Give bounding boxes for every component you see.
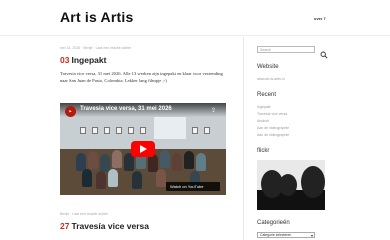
post-body: Travesia vice versa, 31 mei 2026. Alle 1…: [60, 71, 223, 83]
post-travesia: Bertje · Laat een reactie achter 27 Trave…: [60, 212, 228, 232]
video-frame-person: [82, 169, 92, 187]
channel-avatar-icon[interactable]: ▶: [65, 106, 76, 117]
recent-post-link[interactable]: Aan de videographie: [257, 133, 289, 137]
flickr-photo[interactable]: [257, 160, 325, 210]
video-frame-window: [154, 117, 186, 139]
recent-post-link[interactable]: Artobok: [257, 119, 269, 123]
video-frame-artwork: [128, 127, 134, 134]
widget-title-flickr: flickr: [257, 148, 270, 154]
video-frame-artwork: [80, 127, 86, 134]
video-frame-artwork: [140, 127, 146, 134]
share-icon[interactable]: ⇪: [211, 107, 221, 115]
video-frame-person: [160, 150, 170, 168]
post-day: 27: [60, 221, 70, 231]
post-meta[interactable]: Bertje · Laat een reactie achter: [60, 212, 228, 217]
youtube-video-embed[interactable]: ▶ Travesia vice versa, 31 mei 2026 ⇪ Wat…: [60, 103, 226, 195]
widget-title-recent: Recent: [257, 92, 277, 98]
video-title[interactable]: Travesia vice versa, 31 mei 2026: [80, 106, 172, 112]
video-frame-artwork: [204, 127, 210, 134]
post-title-text[interactable]: Ingepakt: [71, 55, 106, 65]
video-frame-artwork: [104, 127, 110, 134]
video-frame-person: [112, 150, 122, 168]
video-frame-person: [184, 151, 194, 169]
search-icon[interactable]: [320, 46, 328, 59]
widget-title-website: Website: [257, 64, 279, 70]
video-frame-artwork: [116, 127, 122, 134]
play-button-icon[interactable]: [131, 141, 155, 157]
post-title[interactable]: 27 Travesía vice versa: [60, 221, 228, 232]
video-frame-artwork: [192, 127, 198, 134]
flickr-photo-tree: [301, 166, 325, 198]
search-input[interactable]: Search: [257, 46, 315, 53]
flickr-photo-tree: [279, 174, 297, 196]
post-title[interactable]: 03 Ingepakt: [60, 55, 228, 66]
site-title[interactable]: Art is Artis: [60, 9, 133, 25]
post-ingepakt: mei 31, 2026 · Bertje · Laat een reactie…: [60, 46, 228, 195]
sidebar-divider: [243, 37, 244, 240]
recent-post-link[interactable]: Travesía vice versa: [257, 112, 287, 116]
site-header: Art is Artis over 7: [0, 0, 390, 36]
post-meta[interactable]: mei 31, 2026 · Bertje · Laat een reactie…: [60, 46, 228, 51]
recent-post-link[interactable]: Aan de videographie: [257, 126, 289, 130]
video-frame-person: [100, 154, 110, 172]
video-frame-artwork: [92, 127, 98, 134]
post-title-text[interactable]: Travesía vice versa: [71, 221, 149, 231]
video-frame-person: [196, 153, 206, 171]
video-frame-person: [108, 169, 118, 187]
video-frame-person: [88, 151, 98, 169]
video-frame-person: [96, 171, 106, 189]
video-frame-person: [156, 169, 166, 187]
video-frame-person: [172, 153, 182, 171]
widget-title-categories: Categorieën: [257, 220, 290, 226]
categories-select[interactable]: Categorie selecteren: [257, 232, 315, 238]
website-link[interactable]: www.art-is-artis.nl: [257, 77, 285, 81]
recent-post-link[interactable]: Ingepakt: [257, 105, 270, 109]
header-nav-link[interactable]: over 7: [314, 16, 326, 21]
watch-on-youtube-button[interactable]: Watch on YouTube: [166, 182, 220, 191]
post-day: 03: [60, 55, 70, 65]
video-frame-person: [132, 171, 142, 189]
